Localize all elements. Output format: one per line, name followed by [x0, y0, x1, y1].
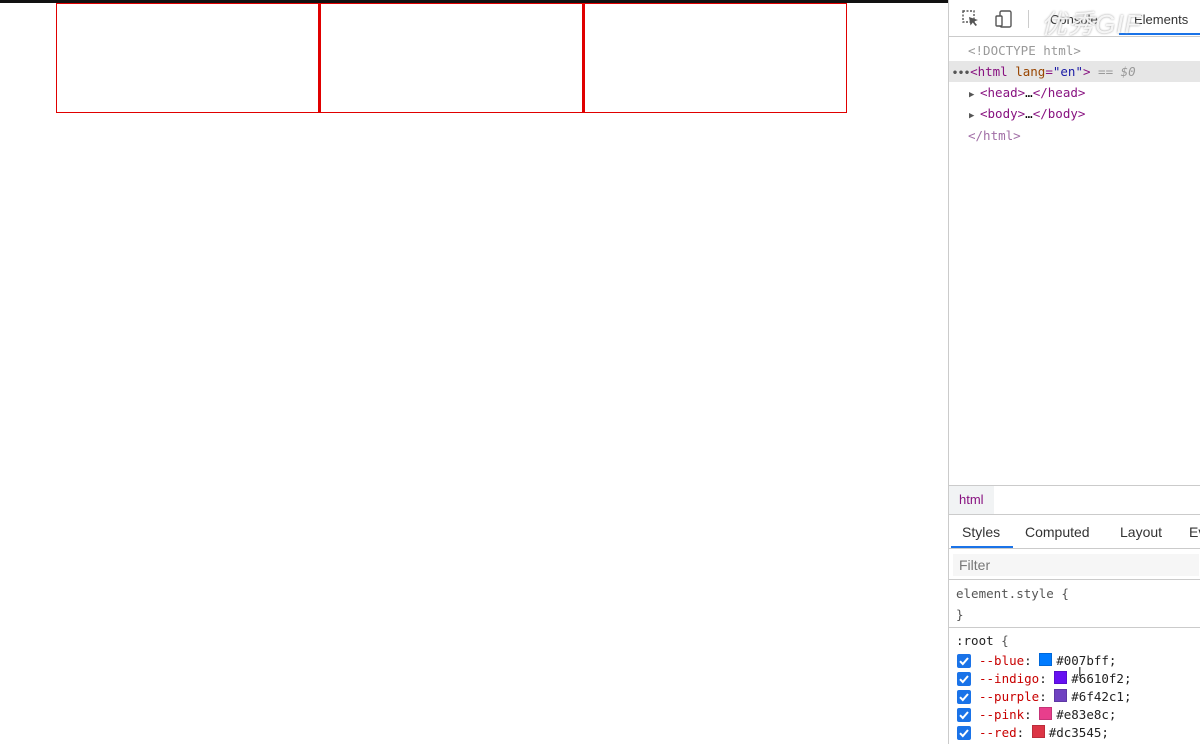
- dom-head-line[interactable]: ▶ <head>…</head>: [949, 82, 1200, 103]
- property-declaration: --purple: #6f42c1;: [979, 688, 1132, 706]
- active-tab-indicator: [951, 546, 1013, 548]
- body-close-tag-name: body: [1047, 106, 1078, 121]
- property-checkbox[interactable]: [957, 726, 971, 740]
- property-value-wrap: #6f42c1;: [1054, 689, 1132, 704]
- devtools-panel: Console Elements 优秀GIF <!DOCTYPE html> •…: [948, 0, 1200, 744]
- inspect-element-icon[interactable]: [962, 10, 980, 28]
- property-colon: :: [1016, 725, 1032, 740]
- head-tag-name: head: [987, 85, 1018, 100]
- css-property-row: --blue: #007bff;: [949, 652, 1200, 670]
- property-declaration: --red: #dc3545;: [979, 724, 1109, 742]
- body-ellipsis: …: [1025, 106, 1033, 121]
- css-property-row: --red: #dc3545;: [949, 724, 1200, 742]
- styles-pane-tabs: Styles Computed Layout Ev: [949, 516, 1200, 549]
- element-style-open-brace: {: [1061, 586, 1069, 601]
- property-name[interactable]: --pink: [979, 707, 1024, 722]
- expand-triangle-icon[interactable]: ▶: [949, 106, 980, 127]
- element-style-close-brace: }: [956, 607, 964, 622]
- dom-body-line[interactable]: ▶ <body>…</body>: [949, 103, 1200, 124]
- html-tag-name: html: [977, 64, 1008, 79]
- property-semicolon: ;: [1123, 689, 1132, 704]
- element-style-rule: element.style { }: [949, 582, 1200, 628]
- element-style-selector: element.style: [956, 586, 1054, 601]
- page-content-boxes: [56, 3, 847, 113]
- styles-filter-row: [949, 550, 1200, 580]
- color-swatch[interactable]: [1054, 689, 1068, 702]
- dom-html-line[interactable]: •••<html lang="en"> == $0: [949, 61, 1200, 82]
- property-name[interactable]: --purple: [979, 689, 1039, 704]
- property-colon: :: [1024, 653, 1040, 668]
- html-attr-value: "en": [1052, 64, 1083, 79]
- red-bordered-box-2: [319, 3, 583, 113]
- css-property-row: --purple: #6f42c1;: [949, 688, 1200, 706]
- property-semicolon: ;: [1123, 671, 1132, 686]
- property-declaration: --pink: #e83e8c;: [979, 706, 1116, 724]
- head-ellipsis: …: [1025, 85, 1033, 100]
- red-bordered-box-3: [583, 3, 847, 113]
- property-declaration: --blue: #007bff;: [979, 652, 1116, 670]
- html-close-tag: </html>: [968, 128, 1021, 143]
- css-property-row: --indigo: #6610f2;: [949, 670, 1200, 688]
- devtools-toolbar: Console Elements 优秀GIF: [949, 0, 1200, 39]
- property-name[interactable]: --red: [979, 725, 1017, 740]
- tab-layout[interactable]: Layout: [1120, 524, 1162, 540]
- property-semicolon: ;: [1108, 653, 1117, 668]
- breadcrumb-item-html[interactable]: html: [949, 486, 994, 514]
- property-semicolon: ;: [1108, 707, 1117, 722]
- property-value-wrap: #6610f2;: [1054, 671, 1132, 686]
- property-value-wrap: #dc3545;: [1031, 725, 1109, 740]
- active-tab-indicator: [1119, 33, 1200, 35]
- more-options-icon[interactable]: •••: [949, 68, 970, 79]
- html-attr-name: lang: [1015, 64, 1046, 79]
- tab-console[interactable]: Console: [1050, 12, 1098, 27]
- root-selector: :root: [956, 633, 994, 648]
- tab-event-listeners[interactable]: Ev: [1189, 524, 1200, 540]
- tab-styles[interactable]: Styles: [962, 524, 1000, 540]
- property-value[interactable]: #007bff: [1056, 653, 1109, 668]
- body-tag-name: body: [987, 106, 1018, 121]
- property-checkbox[interactable]: [957, 672, 971, 686]
- property-declaration: --indigo: #6610f2;: [979, 670, 1132, 688]
- selected-marker: == $0: [1098, 64, 1136, 79]
- property-checkbox[interactable]: [957, 654, 971, 668]
- property-colon: :: [1024, 707, 1040, 722]
- device-toggle-icon[interactable]: [995, 10, 1013, 28]
- color-swatch[interactable]: [1031, 725, 1045, 738]
- property-name[interactable]: --blue: [979, 653, 1024, 668]
- property-colon: :: [1039, 689, 1055, 704]
- filter-input[interactable]: [953, 554, 1199, 576]
- property-colon: :: [1039, 671, 1055, 686]
- property-value-wrap: #e83e8c;: [1039, 707, 1116, 722]
- breadcrumb: html: [949, 485, 1200, 515]
- dom-doctype-line[interactable]: <!DOCTYPE html>: [949, 40, 1200, 61]
- root-open-brace: {: [1001, 633, 1009, 648]
- css-property-row: --pink: #e83e8c;: [949, 706, 1200, 724]
- head-close-tag-name: head: [1047, 85, 1078, 100]
- tab-elements[interactable]: Elements: [1134, 12, 1188, 27]
- dom-html-close-line[interactable]: </html>: [949, 125, 1200, 146]
- toolbar-separator: [1028, 10, 1029, 28]
- tab-computed[interactable]: Computed: [1025, 524, 1090, 540]
- property-checkbox[interactable]: [957, 708, 971, 722]
- property-value[interactable]: #dc3545: [1049, 725, 1102, 740]
- red-bordered-box-1: [56, 3, 319, 113]
- doctype-text: <!DOCTYPE html>: [968, 43, 1081, 58]
- property-checkbox[interactable]: [957, 690, 971, 704]
- property-semicolon: ;: [1101, 725, 1109, 740]
- color-swatch[interactable]: [1039, 653, 1053, 666]
- color-swatch[interactable]: [1054, 671, 1068, 684]
- text-cursor-icon: I: [1078, 664, 1082, 679]
- property-value[interactable]: #6f42c1: [1071, 689, 1124, 704]
- property-name[interactable]: --indigo: [979, 671, 1039, 686]
- color-swatch[interactable]: [1039, 707, 1053, 720]
- property-value[interactable]: #e83e8c: [1056, 707, 1109, 722]
